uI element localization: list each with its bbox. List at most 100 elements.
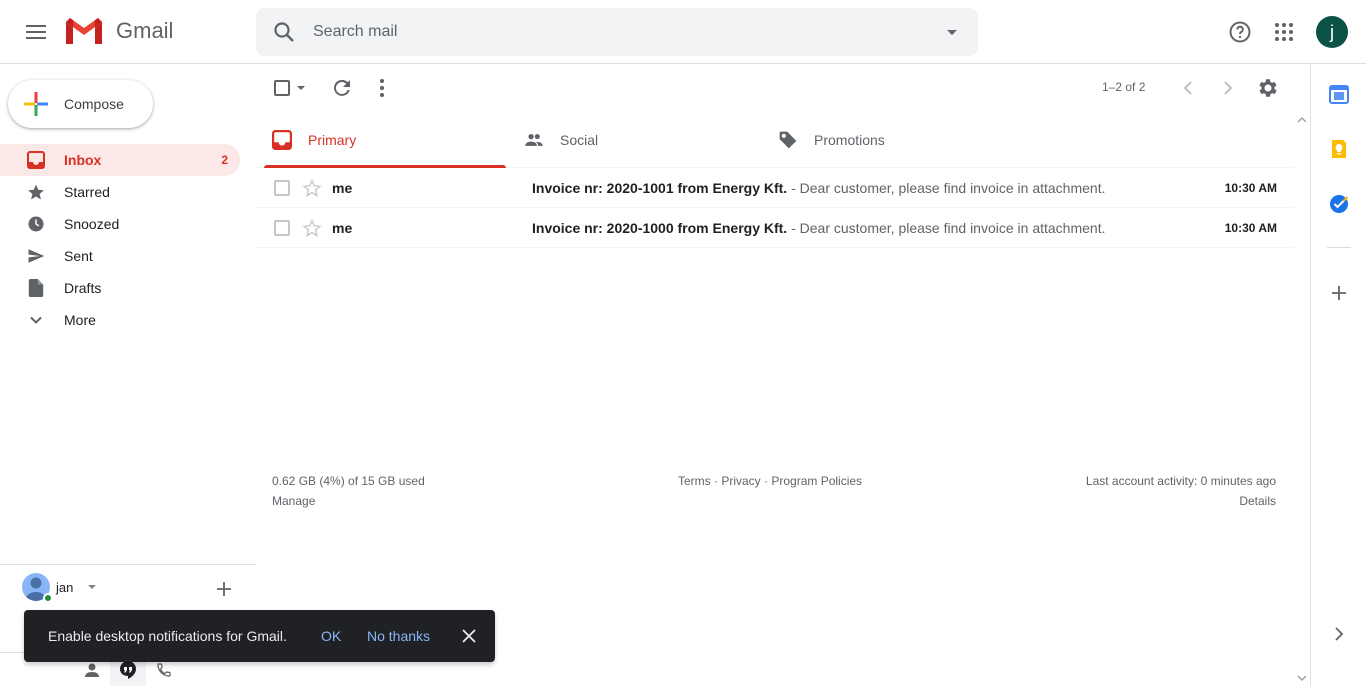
- pagination-range: 1–2 of 2: [1102, 80, 1146, 94]
- tag-icon: [779, 131, 797, 149]
- email-snippet: - Dear customer, please find invoice in …: [787, 220, 1106, 236]
- gmail-logo[interactable]: Gmail: [64, 14, 173, 48]
- email-row[interactable]: me Invoice nr: 2020-1001 from Energy Kft…: [256, 168, 1294, 208]
- side-panel: [1310, 64, 1366, 686]
- app-title: Gmail: [116, 18, 174, 43]
- support-button[interactable]: [1220, 12, 1260, 52]
- left-navigation: Compose Inbox 2 Starred Snoozed Sent Dra…: [0, 64, 256, 686]
- google-apps-button[interactable]: [1264, 12, 1304, 52]
- last-activity: Last account activity: 0 minutes ago: [1085, 474, 1276, 488]
- email-subject: Invoice nr: 2020-1000 from Energy Kft.: [532, 220, 788, 236]
- manage-storage-link[interactable]: Manage: [272, 494, 315, 508]
- add-icon[interactable]: [214, 579, 234, 599]
- tab-primary[interactable]: Primary: [256, 112, 506, 168]
- keep-icon[interactable]: [1329, 139, 1349, 159]
- clock-icon: [26, 214, 46, 234]
- hamburger-icon: [26, 25, 46, 39]
- email-list: me Invoice nr: 2020-1001 from Energy Kft…: [256, 168, 1294, 248]
- star-outline-icon[interactable]: [302, 178, 322, 198]
- email-subject: Invoice nr: 2020-1001 from Energy Kft.: [532, 180, 788, 196]
- terms-link[interactable]: Terms: [678, 474, 711, 488]
- hangouts-section: jan: [0, 564, 256, 603]
- row-checkbox[interactable]: [274, 180, 290, 196]
- storage-usage: 0.62 GB (4%) of 15 GB used: [272, 474, 425, 488]
- close-icon[interactable]: [460, 627, 478, 645]
- chevron-right-icon[interactable]: [1216, 76, 1240, 100]
- star-icon: [26, 182, 46, 202]
- send-icon: [26, 246, 46, 266]
- link-separator: ·: [710, 474, 722, 488]
- mailbox-list: Inbox 2 Starred Snoozed Sent Drafts More: [0, 144, 256, 336]
- online-status-dot: [43, 593, 53, 603]
- gear-icon[interactable]: [1256, 76, 1280, 100]
- list-toolbar: 1–2 of 2: [256, 64, 1294, 112]
- people-icon: [525, 134, 543, 146]
- category-tabs: Primary Social Promotions: [256, 112, 1294, 168]
- notification-snackbar: Enable desktop notifications for Gmail. …: [24, 610, 495, 662]
- select-all-checkbox[interactable]: [274, 80, 290, 96]
- snackbar-ok-button[interactable]: OK: [321, 628, 341, 644]
- search-input[interactable]: Search mail: [313, 23, 397, 41]
- get-addons-plus-icon[interactable]: [1329, 283, 1349, 303]
- chevron-right-icon[interactable]: [1329, 624, 1349, 644]
- email-time: 10:30 AM: [1224, 221, 1277, 235]
- calendar-icon[interactable]: [1329, 84, 1349, 104]
- tab-promotions[interactable]: Promotions: [762, 112, 1012, 168]
- email-summary: Invoice nr: 2020-1000 from Energy Kft. -…: [532, 220, 1105, 236]
- nav-item-label: Starred: [64, 184, 110, 200]
- caret-down-icon[interactable]: [87, 582, 97, 592]
- help-icon: [1229, 21, 1251, 43]
- privacy-link[interactable]: Privacy: [721, 474, 760, 488]
- nav-item-starred[interactable]: Starred: [0, 176, 240, 208]
- tab-label: Primary: [308, 132, 357, 148]
- draft-icon: [26, 278, 46, 298]
- account-avatar[interactable]: j: [1316, 16, 1348, 48]
- panel-divider: [1327, 247, 1351, 248]
- nav-item-label: More: [64, 312, 96, 328]
- nav-item-label: Inbox: [64, 152, 102, 168]
- search-icon[interactable]: [272, 20, 296, 44]
- inbox-icon: [272, 130, 292, 150]
- inbox-icon: [26, 150, 46, 170]
- hangouts-user[interactable]: jan: [22, 573, 97, 603]
- tasks-icon[interactable]: [1329, 194, 1349, 214]
- top-bar: Gmail Search mail j: [0, 0, 1366, 64]
- row-checkbox[interactable]: [274, 220, 290, 236]
- main-menu-button[interactable]: [16, 12, 56, 52]
- star-outline-icon[interactable]: [302, 218, 322, 238]
- email-row[interactable]: me Invoice nr: 2020-1000 from Energy Kft…: [256, 208, 1294, 248]
- nav-item-sent[interactable]: Sent: [0, 240, 240, 272]
- nav-item-drafts[interactable]: Drafts: [0, 272, 240, 304]
- person-icon: [85, 663, 99, 677]
- list-scrollbar[interactable]: [1294, 112, 1310, 686]
- email-summary: Invoice nr: 2020-1001 from Energy Kft. -…: [532, 180, 1105, 196]
- tab-social[interactable]: Social: [508, 112, 758, 168]
- hangouts-user-name: jan: [56, 579, 74, 595]
- select-caret-icon[interactable]: [296, 84, 306, 92]
- nav-item-inbox[interactable]: Inbox 2: [0, 144, 240, 176]
- search-bar[interactable]: Search mail: [256, 8, 978, 56]
- phone-icon: [157, 663, 171, 677]
- scroll-up-arrow-icon[interactable]: [1297, 116, 1307, 124]
- email-sender: me: [332, 180, 353, 196]
- compose-plus-icon: [24, 92, 48, 116]
- nav-item-label: Drafts: [64, 280, 102, 296]
- refresh-icon[interactable]: [330, 76, 354, 100]
- tab-label: Social: [560, 132, 599, 148]
- nav-item-label: Sent: [64, 248, 93, 264]
- nav-item-more[interactable]: More: [0, 304, 240, 336]
- activity-details-link[interactable]: Details: [1239, 494, 1276, 508]
- compose-button[interactable]: Compose: [8, 80, 153, 128]
- chevron-left-icon[interactable]: [1176, 76, 1200, 100]
- email-snippet: - Dear customer, please find invoice in …: [787, 180, 1106, 196]
- nav-item-label: Snoozed: [64, 216, 120, 232]
- search-options-caret-icon[interactable]: [942, 22, 962, 42]
- nav-item-snoozed[interactable]: Snoozed: [0, 208, 240, 240]
- gmail-app: Gmail Search mail j Compose Inbox 2 Star…: [0, 0, 1366, 686]
- email-time: 10:30 AM: [1224, 181, 1277, 195]
- email-sender: me: [332, 220, 353, 236]
- snackbar-no-thanks-button[interactable]: No thanks: [367, 628, 430, 644]
- program-policies-link[interactable]: Program Policies: [771, 474, 862, 488]
- more-vert-icon[interactable]: [370, 76, 394, 100]
- scroll-down-arrow-icon[interactable]: [1297, 674, 1307, 682]
